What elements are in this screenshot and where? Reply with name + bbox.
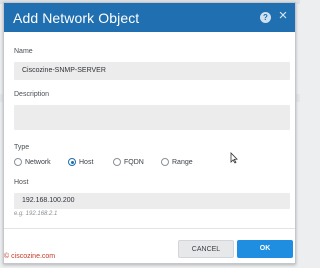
cancel-button[interactable]: CANCEL <box>178 240 234 258</box>
type-option-label: FQDN <box>124 158 144 166</box>
description-label: Description <box>14 91 50 98</box>
name-input-value: Ciscozine-SNMP-SERVER <box>22 67 106 74</box>
type-radio-host[interactable]: Host <box>68 157 93 167</box>
watermark-text: ciscozine.com <box>11 253 56 260</box>
type-radio-network[interactable]: Network <box>14 157 51 167</box>
mouse-cursor-icon <box>230 152 238 164</box>
type-radio-fqdn[interactable]: FQDN <box>113 157 144 167</box>
host-input[interactable]: 192.168.100.200 <box>14 193 290 209</box>
description-textarea[interactable] <box>14 105 290 130</box>
host-hint: e.g. 192.168.2.1 <box>14 211 58 217</box>
ok-button[interactable]: OK <box>237 240 293 258</box>
radio-unchecked-icon <box>113 158 121 166</box>
radio-unchecked-icon <box>14 158 22 166</box>
dialog-title: Add Network Object <box>13 10 140 26</box>
copyright-icon: © <box>4 253 10 260</box>
type-radio-range[interactable]: Range <box>161 157 193 167</box>
close-icon[interactable]: × <box>277 8 289 23</box>
host-label: Host <box>14 179 29 186</box>
name-label: Name <box>14 48 33 55</box>
dialog-titlebar: Add Network Object ? × <box>4 3 295 32</box>
type-option-label: Host <box>79 158 94 166</box>
radio-unchecked-icon <box>161 158 169 166</box>
radio-checked-icon <box>68 158 76 166</box>
name-input[interactable]: Ciscozine-SNMP-SERVER <box>14 62 290 80</box>
watermark: © ciscozine.com <box>4 253 55 260</box>
footer-divider <box>4 228 295 229</box>
add-network-object-dialog: Add Network Object ? × Name Ciscozine-SN… <box>3 2 296 264</box>
help-icon[interactable]: ? <box>260 12 271 23</box>
type-label: Type <box>14 144 30 151</box>
type-option-label: Range <box>172 158 193 166</box>
type-option-label: Network <box>25 158 51 166</box>
host-input-value: 192.168.100.200 <box>22 197 75 204</box>
